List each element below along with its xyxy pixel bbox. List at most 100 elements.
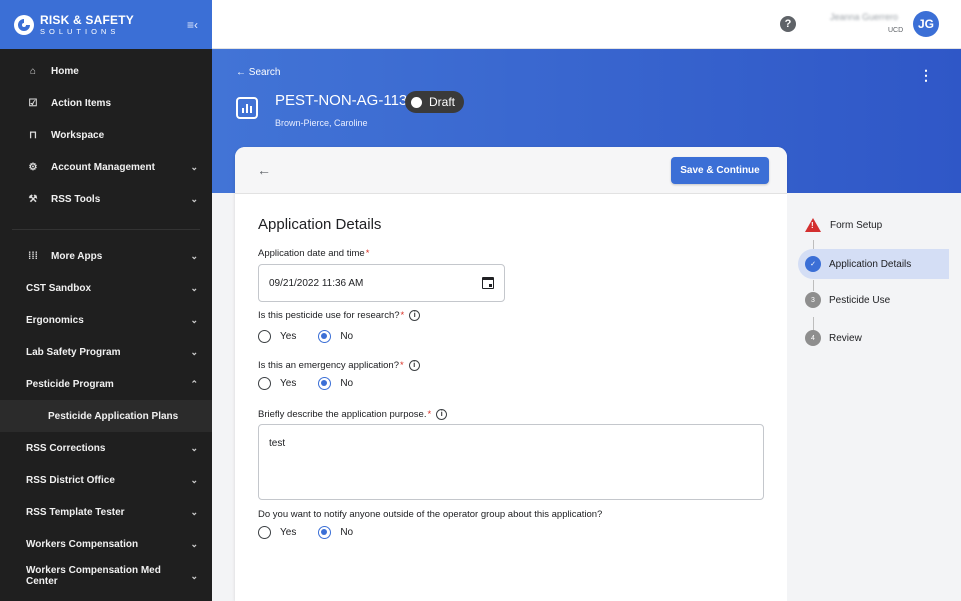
step-review[interactable]: 4 Review (805, 323, 862, 353)
record-owner: Brown-Pierce, Caroline (275, 118, 368, 128)
user-name: Jeanna Guerrero (830, 12, 899, 22)
menu-collapse-icon[interactable]: ≡‹ (187, 18, 198, 32)
research-no-option[interactable]: No (318, 330, 353, 343)
step-form-setup[interactable]: ! Form Setup (805, 210, 882, 240)
chevron-down-icon: ⌄ (190, 506, 198, 517)
purpose-textarea[interactable]: test (258, 424, 764, 500)
notify-yes-option[interactable]: Yes (258, 526, 296, 539)
info-icon[interactable]: i (409, 310, 421, 321)
sidebar-item-label: Workspace (51, 129, 105, 141)
sidebar-item-rss-district-office[interactable]: RSS District Office ⌄ (0, 464, 212, 496)
sidebar-item-label: CST Sandbox (26, 282, 92, 294)
chevron-down-icon: ⌄ (190, 193, 198, 204)
checkbox-icon: ☑ (28, 97, 38, 109)
radio-checked-icon[interactable] (318, 526, 332, 539)
step-application-details[interactable]: ✓ Application Details (798, 249, 949, 279)
info-icon[interactable]: i (436, 409, 448, 420)
sidebar-item-workers-compensation-med-center[interactable]: Workers Compensation Med Center ⌄ (0, 560, 212, 592)
sidebar-item-cst-sandbox[interactable]: CST Sandbox ⌄ (0, 272, 212, 304)
calendar-icon[interactable] (482, 277, 494, 289)
application-datetime-input[interactable]: 09/21/2022 11:36 AM (258, 264, 505, 302)
save-continue-button[interactable]: Save & Continue (671, 157, 769, 184)
sidebar-item-label: Pesticide Application Plans (48, 410, 179, 422)
sidebar-item-pesticide-application-plans[interactable]: Pesticide Application Plans (0, 400, 212, 432)
more-options-icon[interactable]: ⋮ (919, 67, 933, 84)
gear-icon: ⚙ (28, 161, 38, 173)
purpose-question-text: Briefly describe the application purpose… (258, 409, 427, 420)
brand-header: RISK & SAFETY SOLUTIONS ≡‹ (0, 0, 212, 49)
sidebar-item-workers-compensation[interactable]: Workers Compensation ⌄ (0, 528, 212, 560)
briefcase-icon: ⊓ (29, 129, 37, 141)
primary-nav: ⌂ Home ☑ Action Items ⊓ Workspace ⚙ Acco… (0, 49, 212, 592)
back-arrow-icon[interactable]: ← (257, 162, 271, 178)
sidebar-item-rss-corrections[interactable]: RSS Corrections ⌄ (0, 432, 212, 464)
required-mark: * (400, 360, 404, 371)
sidebar-item-label: Ergonomics (26, 314, 84, 326)
sidebar-item-label: RSS Corrections (26, 442, 106, 454)
sidebar-item-account-management[interactable]: ⚙ Account Management ⌄ (0, 151, 212, 183)
chevron-up-icon: ⌃ (190, 378, 198, 389)
sidebar-item-label: RSS District Office (26, 474, 115, 486)
help-icon[interactable]: ? (780, 16, 796, 32)
notify-no-option[interactable]: No (318, 526, 353, 539)
warning-icon: ! (805, 218, 821, 232)
status-badge: Draft (405, 91, 465, 113)
sidebar-item-label: Workers Compensation Med Center (26, 565, 161, 587)
brand-logo-icon (14, 14, 34, 35)
sidebar-item-rss-template-tester[interactable]: RSS Template Tester ⌄ (0, 496, 212, 528)
info-icon[interactable]: i (408, 360, 420, 371)
check-icon: ✓ (805, 256, 821, 272)
date-label-text: Application date and time (258, 248, 365, 259)
radio-unchecked-icon[interactable] (258, 377, 271, 390)
radio-checked-icon[interactable] (318, 330, 332, 343)
radio-unchecked-icon[interactable] (258, 526, 271, 539)
step-number: 3 (805, 292, 821, 308)
chevron-down-icon: ⌄ (190, 570, 198, 581)
chevron-down-icon: ⌄ (190, 538, 198, 549)
form-stepper: ! Form Setup ✓ Application Details 3 Pes… (787, 193, 961, 601)
step-label: Form Setup (830, 219, 883, 231)
sidebar-item-workspace[interactable]: ⊓ Workspace (0, 119, 212, 151)
emergency-question-text: Is this an emergency application? (258, 360, 399, 371)
top-bar: ? Jeanna Guerrero UCD JG (212, 0, 961, 49)
status-label: Draft (429, 95, 456, 109)
date-label: Application date and time * (258, 248, 369, 259)
radio-unchecked-icon[interactable] (258, 330, 271, 343)
avatar[interactable]: JG (913, 11, 939, 37)
step-label: Application Details (829, 258, 912, 270)
section-title: Application Details (258, 216, 382, 233)
emergency-radio-group: Yes No (258, 377, 375, 390)
sidebar-item-action-items[interactable]: ☑ Action Items (0, 87, 212, 119)
apps-grid-icon: ⁞⁞⁞ (28, 250, 38, 262)
sidebar-item-lab-safety-program[interactable]: Lab Safety Program ⌄ (0, 336, 212, 368)
research-question: Is this pesticide use for research? * i (258, 310, 421, 321)
required-mark: * (427, 409, 432, 420)
chevron-down-icon: ⌄ (190, 282, 198, 293)
sidebar-item-label: Account Management (51, 161, 155, 173)
emergency-no-option[interactable]: No (318, 377, 353, 390)
research-question-text: Is this pesticide use for research? (258, 310, 400, 321)
sidebar-item-home[interactable]: ⌂ Home (0, 55, 212, 87)
sidebar-item-more-apps[interactable]: ⁞⁞⁞ More Apps ⌄ (0, 240, 212, 272)
back-to-search-link[interactable]: ← Search (236, 67, 280, 78)
home-icon: ⌂ (29, 65, 37, 77)
radio-label: No (340, 331, 354, 342)
step-pesticide-use[interactable]: 3 Pesticide Use (805, 285, 890, 315)
sidebar-item-rss-tools[interactable]: ⚒ RSS Tools ⌄ (0, 183, 212, 215)
sidebar-item-label: More Apps (51, 250, 103, 262)
research-yes-option[interactable]: Yes (258, 330, 296, 343)
radio-checked-icon[interactable] (318, 377, 332, 390)
chevron-down-icon: ⌄ (190, 161, 198, 172)
brand-name: RISK & SAFETY (40, 12, 134, 27)
sidebar-item-ergonomics[interactable]: Ergonomics ⌄ (0, 304, 212, 336)
form-card-header: ← Save & Continue (235, 147, 787, 194)
record-id: PEST-NON-AG-113 (275, 92, 408, 109)
chart-record-icon (236, 97, 258, 119)
nav-divider (12, 229, 200, 230)
sidebar-item-label: RSS Tools (51, 193, 101, 205)
sidebar-item-pesticide-program[interactable]: Pesticide Program ⌃ (0, 368, 212, 400)
date-value: 09/21/2022 11:36 AM (269, 277, 364, 289)
sidebar-item-label: Action Items (51, 97, 112, 109)
emergency-yes-option[interactable]: Yes (258, 377, 296, 390)
chevron-down-icon: ⌄ (190, 442, 198, 453)
